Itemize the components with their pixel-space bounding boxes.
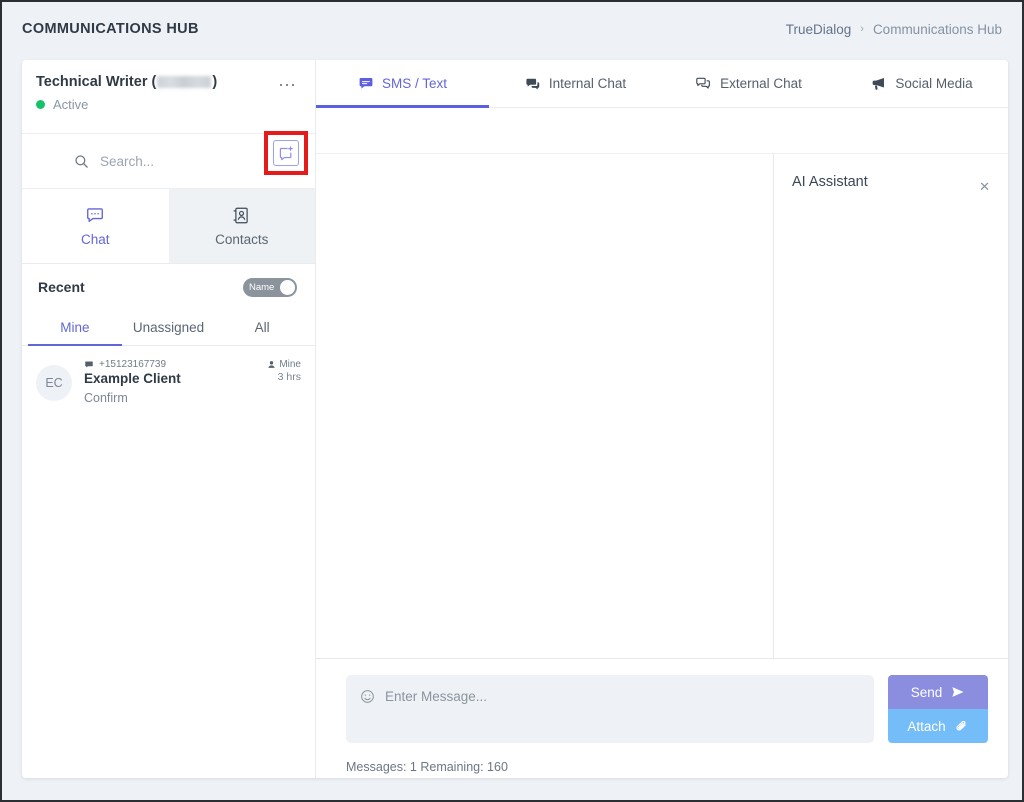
list-item[interactable]: EC +15123167739 Mine Example Client 3 hr… [22,346,315,418]
sidebar-tab-chat[interactable]: Chat [22,189,169,263]
name-toggle-label: Name [249,281,275,293]
person-icon [267,360,276,369]
tab-social-media[interactable]: Social Media [835,60,1008,107]
breadcrumb: TrueDialog › Communications Hub [786,22,1002,37]
work-area: AI Assistant ✕ [316,154,1008,658]
sidebar-tab-contacts-label: Contacts [215,231,269,247]
conversation-phone-number: +15123167739 [99,359,167,370]
filter-tab-all[interactable]: All [215,310,309,345]
breadcrumb-current: Communications Hub [872,21,1002,37]
megaphone-icon [870,75,887,92]
send-button[interactable]: Send [888,675,988,709]
double-bubble-icon [525,76,541,92]
status-dot-icon [36,100,45,109]
name-sort-toggle[interactable]: Name [243,277,297,297]
channel-tabs: SMS / Text Internal Chat External Chat S… [316,60,1008,108]
breadcrumb-root[interactable]: TrueDialog [786,22,852,37]
search-input[interactable]: Search... [38,154,154,169]
user-header: Technical Writer ( ) Active ⋯ [22,60,315,134]
kebab-menu-icon[interactable]: ⋯ [278,74,297,94]
message-thread [316,154,774,658]
redacted-user-id [157,76,212,88]
user-name-suffix: ) [212,74,218,90]
filter-tab-mine[interactable]: Mine [28,310,122,346]
conversation-phone: +15123167739 [84,359,166,370]
sidebar-tab-chat-label: Chat [80,232,110,247]
user-status: Active [36,97,217,112]
conversation-time: 3 hrs [277,371,301,383]
emoji-smiley-icon[interactable] [360,689,375,704]
sidebar: Technical Writer ( ) Active ⋯ Search... … [22,60,316,778]
sms-bubble-icon [358,76,374,92]
main-card: Technical Writer ( ) Active ⋯ Search... … [22,60,1008,778]
conversation-preview: Confirm [84,391,128,405]
conversation-body: +15123167739 Mine Example Client 3 hrs C… [84,359,301,405]
user-name: Technical Writer ( ) [36,74,217,90]
ai-assistant-title: AI Assistant [792,174,868,190]
composer-row: Enter Message... Send Attach [346,675,988,743]
filter-tabs: Mine Unassigned All [22,310,315,346]
message-counter: Messages: 1 Remaining: 160 [346,760,508,774]
ai-assistant-panel: AI Assistant ✕ [774,154,1008,658]
composer-buttons: Send Attach [888,675,988,743]
conversation-mid-row: Example Client 3 hrs [84,371,301,386]
filter-tab-unassigned[interactable]: Unassigned [122,310,216,345]
tab-external-chat-label: External Chat [720,76,802,91]
page-title: COMMUNICATIONS HUB [22,21,199,37]
sms-bubble-icon [84,360,94,370]
avatar: EC [36,365,72,401]
toggle-knob [280,279,295,295]
tab-internal-chat-label: Internal Chat [548,76,627,91]
tab-sms-text[interactable]: SMS / Text [316,60,489,108]
message-placeholder: Enter Message... [385,689,488,704]
compose-highlight [264,131,308,175]
recent-header: Recent Name [22,264,315,310]
status-label: Active [53,97,89,112]
message-input[interactable]: Enter Message... [346,675,874,743]
contact-card-icon [232,206,251,225]
paperclip-icon [955,720,969,732]
sidebar-tabs: Chat Contacts [22,189,315,264]
tab-external-chat[interactable]: External Chat [662,60,835,107]
attach-button[interactable]: Attach [888,709,988,743]
breadcrumb-separator-icon: › [860,23,864,35]
send-button-label: Send [910,684,943,700]
tab-social-media-label: Social Media [895,76,973,91]
close-icon[interactable]: ✕ [979,174,990,193]
search-placeholder: Search... [100,153,155,169]
search-icon [74,154,89,169]
conversation-list: EC +15123167739 Mine Example Client 3 hr… [22,346,315,778]
top-bar: COMMUNICATIONS HUB TrueDialog › Communic… [2,4,1022,54]
search-row: Search... [22,131,315,189]
outline-bubbles-icon [695,75,712,92]
conversation-top-row: +15123167739 Mine [84,359,301,370]
tab-sms-text-label: SMS / Text [381,76,448,91]
recent-label: Recent [38,279,85,295]
sidebar-tab-contacts[interactable]: Contacts [168,189,315,263]
user-name-prefix: Technical Writer ( [36,74,157,90]
ai-assistant-header: AI Assistant ✕ [792,174,990,193]
send-arrow-icon [951,686,965,698]
app-window: COMMUNICATIONS HUB TrueDialog › Communic… [0,0,1024,802]
conversation-header-strip [316,108,1008,154]
attach-button-label: Attach [907,718,946,734]
chat-bubble-icon [85,205,105,225]
conversation-assignment-label: Mine [279,359,301,370]
conversation-name: Example Client [84,371,181,386]
new-message-button[interactable] [273,140,299,166]
conversation-assignment: Mine [267,359,301,370]
message-composer: Enter Message... Send Attach Messages: 1… [316,658,1008,778]
tab-internal-chat[interactable]: Internal Chat [489,60,662,107]
main-panel: SMS / Text Internal Chat External Chat S… [316,60,1008,778]
